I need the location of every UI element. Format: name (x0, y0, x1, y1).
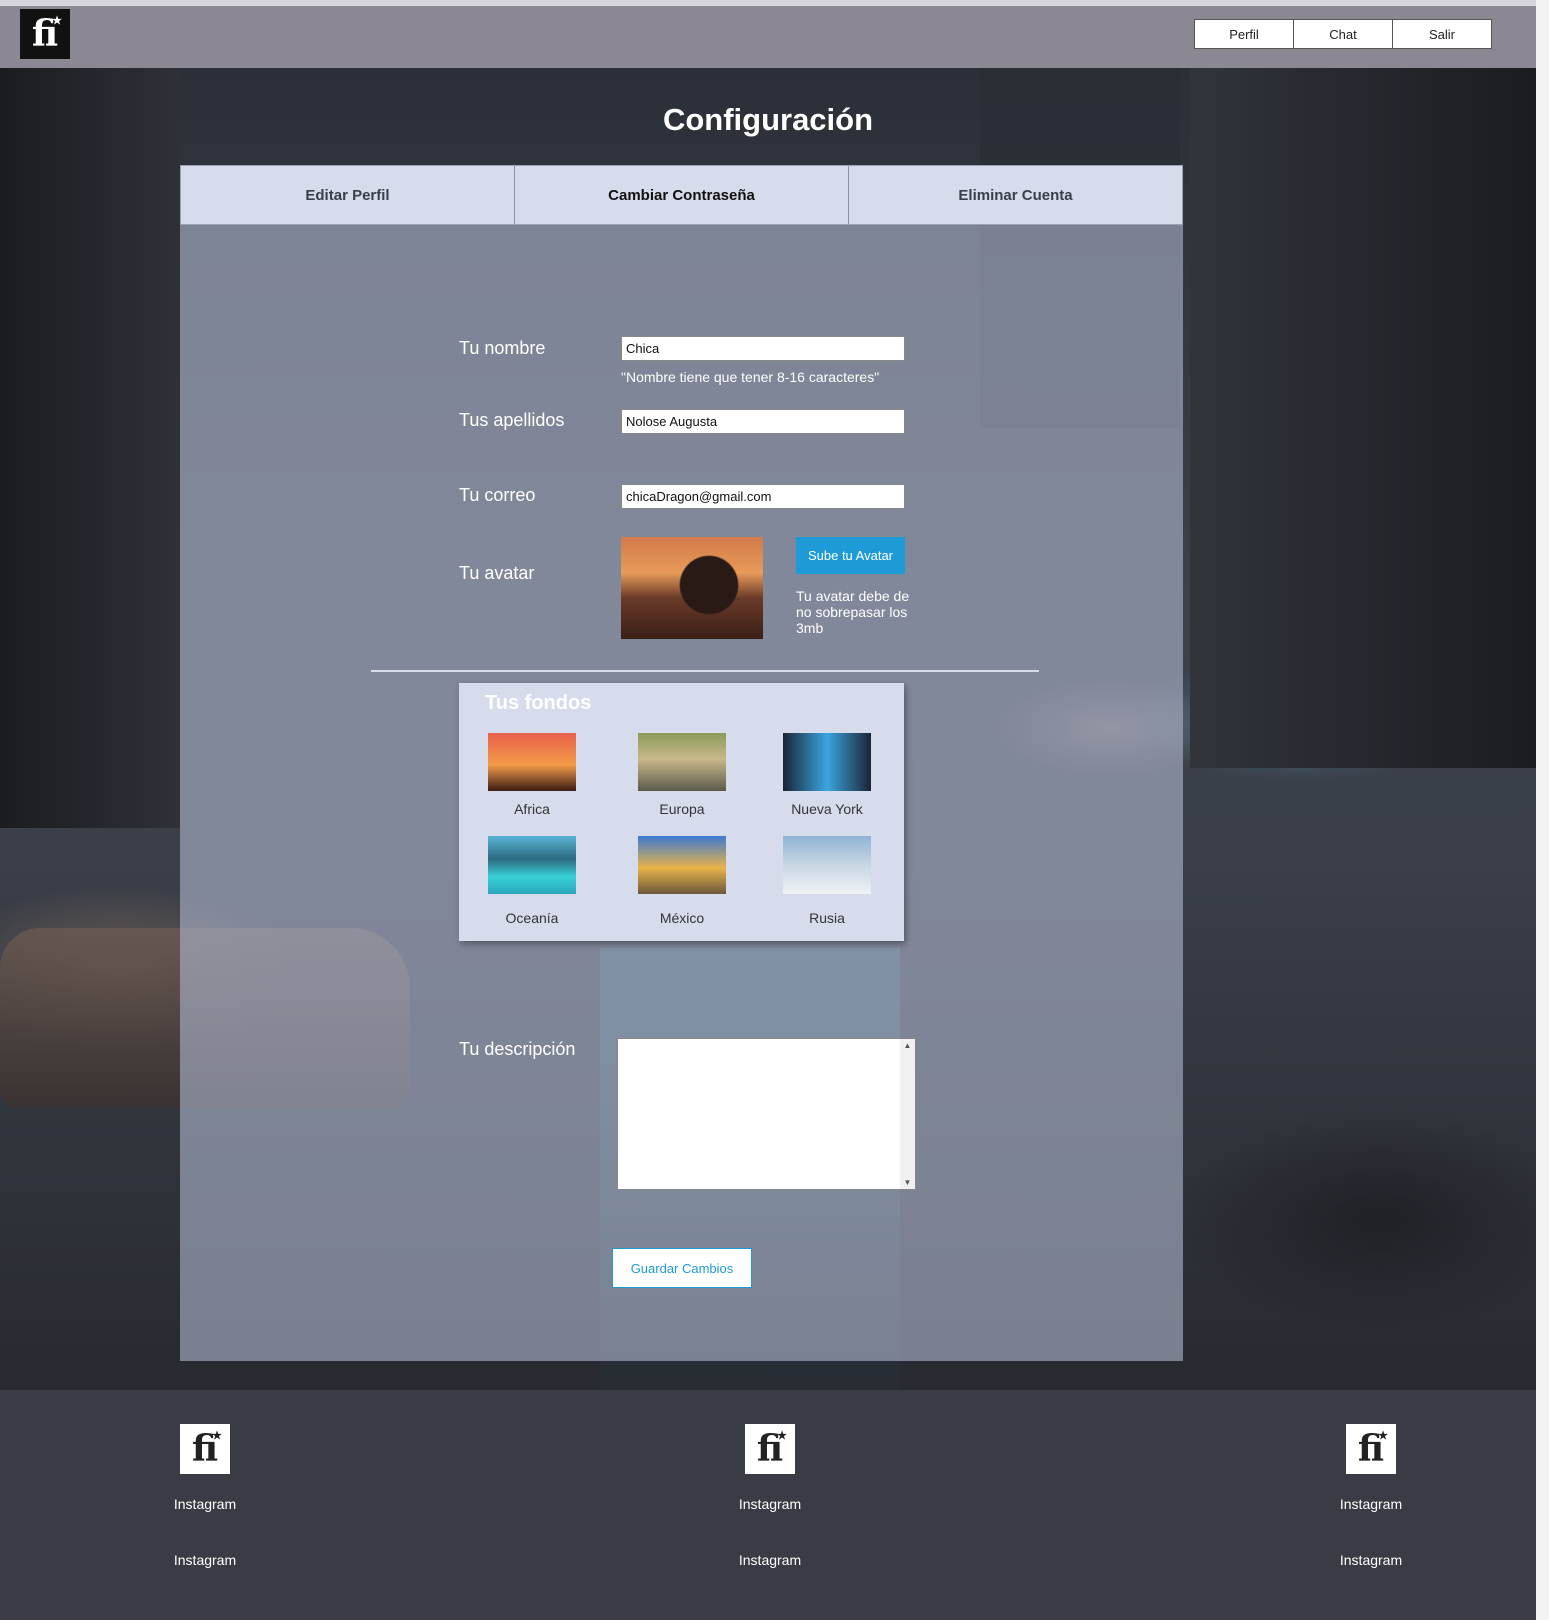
settings-tabs: Editar Perfil Cambiar Contraseña Elimina… (180, 165, 1183, 225)
footer-column-2: fi ★ Instagram Instagram (700, 1424, 840, 1568)
app-logo[interactable]: fi ★ (20, 9, 70, 59)
star-icon: ★ (52, 14, 62, 27)
footer-link-instagram[interactable]: Instagram (700, 1552, 840, 1568)
background-label-nueva-york: Nueva York (791, 801, 863, 817)
section-divider (371, 670, 1039, 672)
name-input[interactable] (621, 336, 905, 361)
star-icon: ★ (777, 1429, 787, 1442)
description-scrollbar[interactable]: ▲ ▼ (900, 1039, 915, 1189)
description-label: Tu descripción (459, 1039, 576, 1059)
description-textarea[interactable] (617, 1038, 916, 1190)
background-thumb-oceania[interactable] (488, 836, 576, 894)
backgrounds-title: Tus fondos (485, 692, 592, 714)
scroll-down-icon[interactable]: ▼ (900, 1178, 915, 1187)
surname-label: Tus apellidos (459, 410, 565, 430)
footer-link-instagram[interactable]: Instagram (135, 1552, 275, 1568)
upload-avatar-button[interactable]: Sube tu Avatar (796, 537, 905, 574)
name-hint: "Nombre tiene que tener 8-16 caracteres" (621, 369, 880, 385)
star-icon: ★ (1378, 1429, 1388, 1442)
nav-salir-button[interactable]: Salir (1392, 19, 1492, 49)
star-icon: ★ (212, 1429, 222, 1442)
background-label-europa: Europa (659, 801, 705, 817)
footer-logo[interactable]: fi ★ (180, 1424, 230, 1474)
footer-link-instagram[interactable]: Instagram (700, 1496, 840, 1512)
footer-column-3: fi ★ Instagram Instagram (1301, 1424, 1441, 1568)
background-label-oceania: Oceanía (505, 910, 559, 926)
page-title: Configuración (662, 102, 874, 137)
footer-link-instagram[interactable]: Instagram (1301, 1496, 1441, 1512)
footer: fi ★ Instagram Instagram fi ★ Instagram … (0, 1390, 1536, 1620)
save-changes-button[interactable]: Guardar Cambios (612, 1248, 752, 1288)
tab-eliminar-cuenta[interactable]: Eliminar Cuenta (849, 166, 1182, 224)
footer-link-instagram[interactable]: Instagram (1301, 1552, 1441, 1568)
footer-logo[interactable]: fi ★ (1346, 1424, 1396, 1474)
background-label-africa: Africa (514, 801, 550, 817)
surname-input[interactable] (621, 409, 905, 434)
background-building-left (0, 68, 180, 828)
backgrounds-box: Tus fondos Africa Europa Nueva York Ocea… (459, 683, 904, 941)
background-building-right (1190, 68, 1536, 768)
avatar-label: Tu avatar (459, 563, 535, 583)
page-scrollbar[interactable] (1536, 0, 1549, 1620)
background-thumb-mexico[interactable] (638, 836, 726, 894)
email-input[interactable] (621, 484, 905, 509)
tab-cambiar-contrasena[interactable]: Cambiar Contraseña (515, 166, 849, 224)
footer-link-instagram[interactable]: Instagram (135, 1496, 275, 1512)
avatar-image (621, 537, 763, 639)
top-navbar: fi ★ Perfil Chat Salir (0, 0, 1536, 68)
background-label-mexico: México (659, 910, 705, 926)
background-thumb-nueva-york[interactable] (783, 733, 871, 791)
nav-button-group: Perfil Chat Salir (1194, 19, 1492, 49)
name-label: Tu nombre (459, 338, 546, 358)
background-thumb-africa[interactable] (488, 733, 576, 791)
nav-perfil-button[interactable]: Perfil (1194, 19, 1294, 49)
background-thumb-rusia[interactable] (783, 836, 871, 894)
avatar-size-note: Tu avatar debe de no sobrepasar los 3mb (796, 588, 910, 636)
tab-editar-perfil[interactable]: Editar Perfil (181, 166, 515, 224)
background-thumb-europa[interactable] (638, 733, 726, 791)
footer-logo[interactable]: fi ★ (745, 1424, 795, 1474)
nav-chat-button[interactable]: Chat (1293, 19, 1393, 49)
background-label-rusia: Rusia (809, 910, 845, 926)
scroll-up-icon[interactable]: ▲ (900, 1041, 915, 1050)
email-label: Tu correo (459, 485, 536, 505)
footer-column-1: fi ★ Instagram Instagram (135, 1424, 275, 1568)
